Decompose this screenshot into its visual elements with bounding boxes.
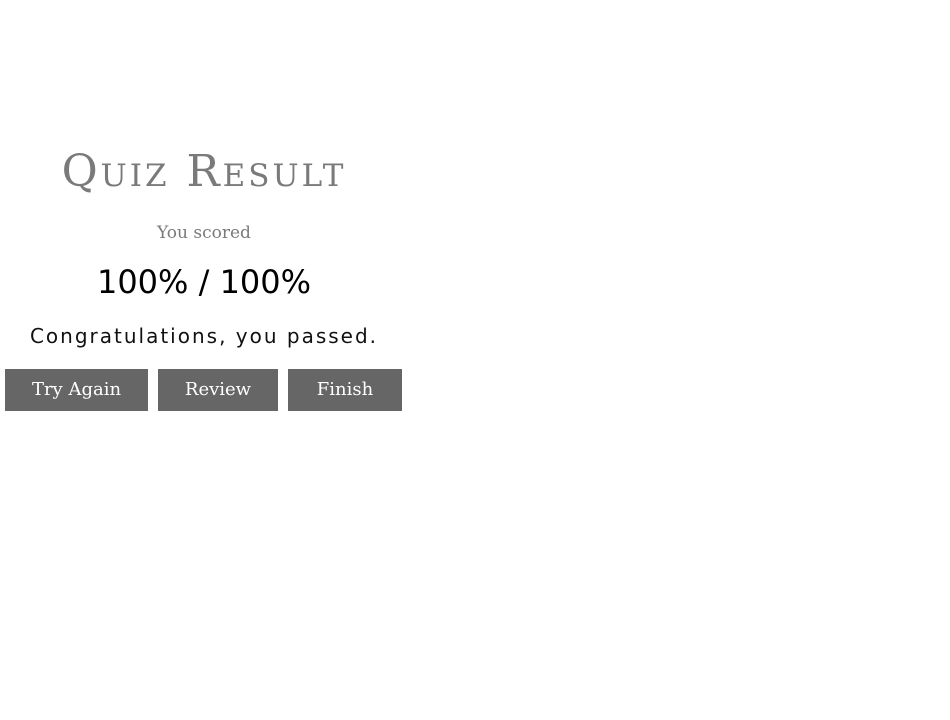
try-again-button[interactable]: Try Again — [5, 369, 148, 411]
pass-message: Congratulations, you passed. — [29, 324, 379, 348]
score-value: 100% / 100% — [96, 263, 312, 301]
scored-label: You scored — [157, 223, 251, 243]
quiz-result-title: Quiz Result — [61, 146, 347, 197]
finish-button[interactable]: Finish — [288, 369, 402, 411]
review-button[interactable]: Review — [158, 369, 278, 411]
quiz-result-panel: Quiz Result You scored 100% / 100% Congr… — [0, 0, 408, 720]
